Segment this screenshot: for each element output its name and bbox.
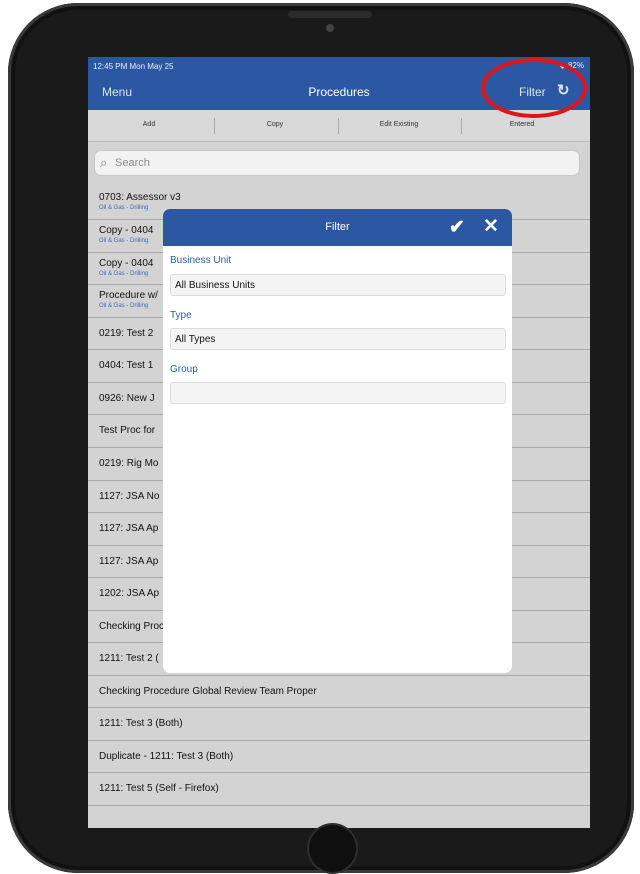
type-select[interactable]: All Types [170,328,506,350]
filter-modal: Filter ✔ ✕ Business Unit All Business Un… [163,209,512,673]
filter-modal-header: Filter ✔ ✕ [163,209,512,246]
group-label: Group [170,364,198,375]
front-camera [326,24,334,32]
type-label: Type [170,310,192,321]
screen: 12:45 PM Mon May 25 ◆ 82% Menu Procedure… [88,57,590,828]
close-icon[interactable]: ✕ [483,215,499,238]
business-unit-label: Business Unit [170,255,232,266]
checkmark-icon[interactable]: ✔ [449,216,465,239]
home-button[interactable] [309,825,356,872]
type-value: All Types [175,334,216,345]
group-select[interactable] [170,382,506,404]
business-unit-value: All Business Units [175,280,256,291]
speaker-grille [288,11,372,18]
modal-overlay: Filter ✔ ✕ Business Unit All Business Un… [88,57,590,828]
business-unit-select[interactable]: All Business Units [170,274,506,296]
tablet-frame: 12:45 PM Mon May 25 ◆ 82% Menu Procedure… [8,3,634,873]
annotation-circle [481,58,587,118]
